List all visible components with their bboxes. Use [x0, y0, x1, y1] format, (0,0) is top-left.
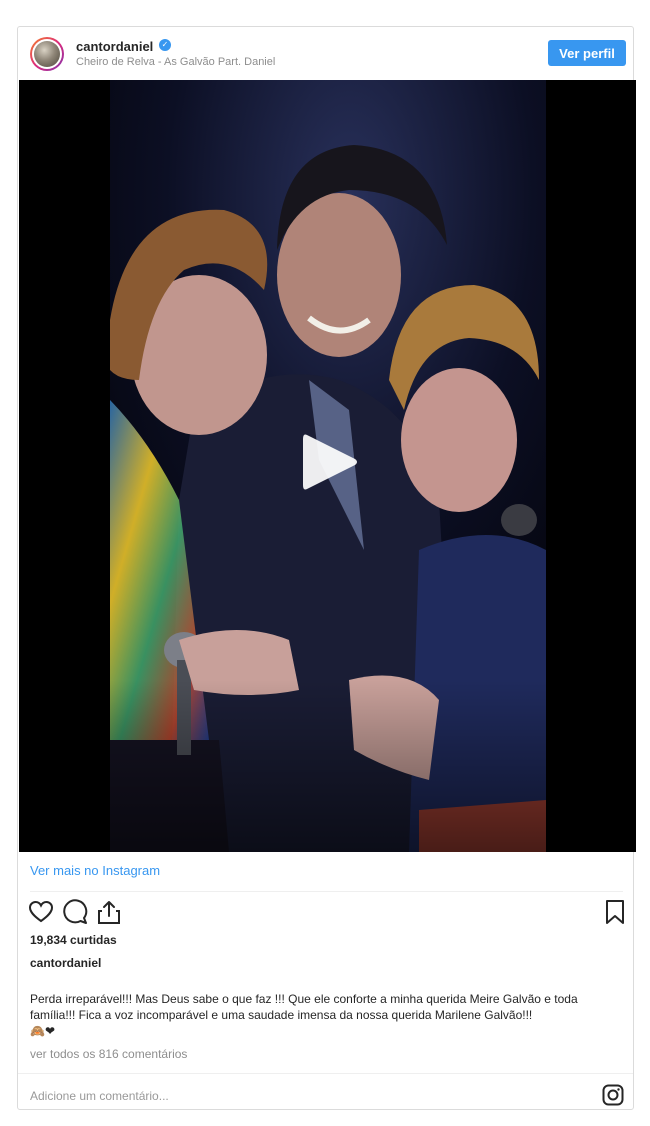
- comment-icon[interactable]: [62, 899, 88, 925]
- caption-username[interactable]: cantordaniel: [30, 956, 101, 970]
- bookmark-icon[interactable]: [602, 899, 628, 925]
- comment-input[interactable]: [30, 1085, 590, 1107]
- divider: [18, 1073, 633, 1074]
- instagram-icon[interactable]: [602, 1084, 624, 1106]
- caption-emojis: 🙈❤: [30, 1024, 55, 1038]
- likes-count[interactable]: 19,834 curtidas: [30, 933, 117, 947]
- avatar[interactable]: [30, 37, 64, 71]
- instagram-embed-card: cantordaniel ✓ Cheiro de Relva - As Galv…: [17, 26, 636, 1110]
- username[interactable]: cantordaniel: [76, 39, 153, 54]
- verified-badge-icon: ✓: [159, 39, 171, 51]
- view-all-comments-link[interactable]: ver todos os 816 comentários: [30, 1047, 187, 1061]
- post-header: cantordaniel ✓ Cheiro de Relva - As Galv…: [18, 27, 633, 81]
- video-player[interactable]: [19, 80, 636, 852]
- divider: [30, 891, 623, 892]
- audio-subtitle[interactable]: Cheiro de Relva - As Galvão Part. Daniel: [76, 56, 275, 68]
- view-profile-button[interactable]: Ver perfil: [548, 40, 626, 66]
- action-bar: [18, 899, 633, 929]
- heart-icon[interactable]: [28, 899, 54, 925]
- play-icon[interactable]: [301, 431, 359, 493]
- share-icon[interactable]: [96, 899, 122, 925]
- view-more-on-instagram-link[interactable]: Ver mais no Instagram: [30, 863, 160, 878]
- caption-text: Perda irreparável!!! Mas Deus sabe o que…: [30, 992, 578, 1022]
